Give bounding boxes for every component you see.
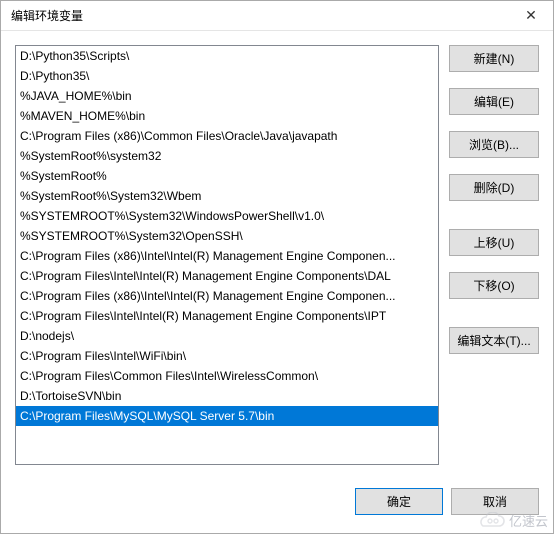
list-item[interactable]: %SystemRoot% [16,166,438,186]
list-item[interactable]: C:\Program Files\Intel\WiFi\bin\ [16,346,438,366]
list-item[interactable]: D:\TortoiseSVN\bin [16,386,438,406]
window-title: 编辑环境变量 [11,7,83,24]
browse-button[interactable]: 浏览(B)... [449,131,539,158]
list-item[interactable]: C:\Program Files\MySQL\MySQL Server 5.7\… [16,406,438,426]
side-buttons: 新建(N) 编辑(E) 浏览(B)... 删除(D) 上移(U) 下移(O) 编… [449,45,539,483]
list-item[interactable]: C:\Program Files (x86)\Common Files\Orac… [16,126,438,146]
list-item[interactable]: %SYSTEMROOT%\System32\WindowsPowerShell\… [16,206,438,226]
list-item[interactable]: %SystemRoot%\System32\Wbem [16,186,438,206]
move-up-button[interactable]: 上移(U) [449,229,539,256]
list-item[interactable]: C:\Program Files (x86)\Intel\Intel(R) Ma… [16,246,438,266]
list-item[interactable]: C:\Program Files (x86)\Intel\Intel(R) Ma… [16,286,438,306]
path-listbox[interactable]: D:\Python35\Scripts\D:\Python35\%JAVA_HO… [15,45,439,465]
cancel-button[interactable]: 取消 [451,488,539,515]
list-item[interactable]: %MAVEN_HOME%\bin [16,106,438,126]
move-down-button[interactable]: 下移(O) [449,272,539,299]
dialog-window: 编辑环境变量 ✕ D:\Python35\Scripts\D:\Python35… [0,0,554,534]
edit-button[interactable]: 编辑(E) [449,88,539,115]
list-item[interactable]: D:\Python35\ [16,66,438,86]
close-button[interactable]: ✕ [509,1,553,30]
new-button[interactable]: 新建(N) [449,45,539,72]
dialog-footer: 确定 取消 [1,483,553,533]
edit-text-button[interactable]: 编辑文本(T)... [449,327,539,354]
list-item[interactable]: D:\Python35\Scripts\ [16,46,438,66]
list-item[interactable]: C:\Program Files\Common Files\Intel\Wire… [16,366,438,386]
ok-button[interactable]: 确定 [355,488,443,515]
titlebar: 编辑环境变量 ✕ [1,1,553,31]
list-item[interactable]: D:\nodejs\ [16,326,438,346]
list-item[interactable]: C:\Program Files\Intel\Intel(R) Manageme… [16,306,438,326]
list-item[interactable]: %SYSTEMROOT%\System32\OpenSSH\ [16,226,438,246]
list-item[interactable]: %SystemRoot%\system32 [16,146,438,166]
list-item[interactable]: %JAVA_HOME%\bin [16,86,438,106]
dialog-body: D:\Python35\Scripts\D:\Python35\%JAVA_HO… [1,31,553,483]
list-item[interactable]: C:\Program Files\Intel\Intel(R) Manageme… [16,266,438,286]
close-icon: ✕ [525,7,537,24]
delete-button[interactable]: 删除(D) [449,174,539,201]
